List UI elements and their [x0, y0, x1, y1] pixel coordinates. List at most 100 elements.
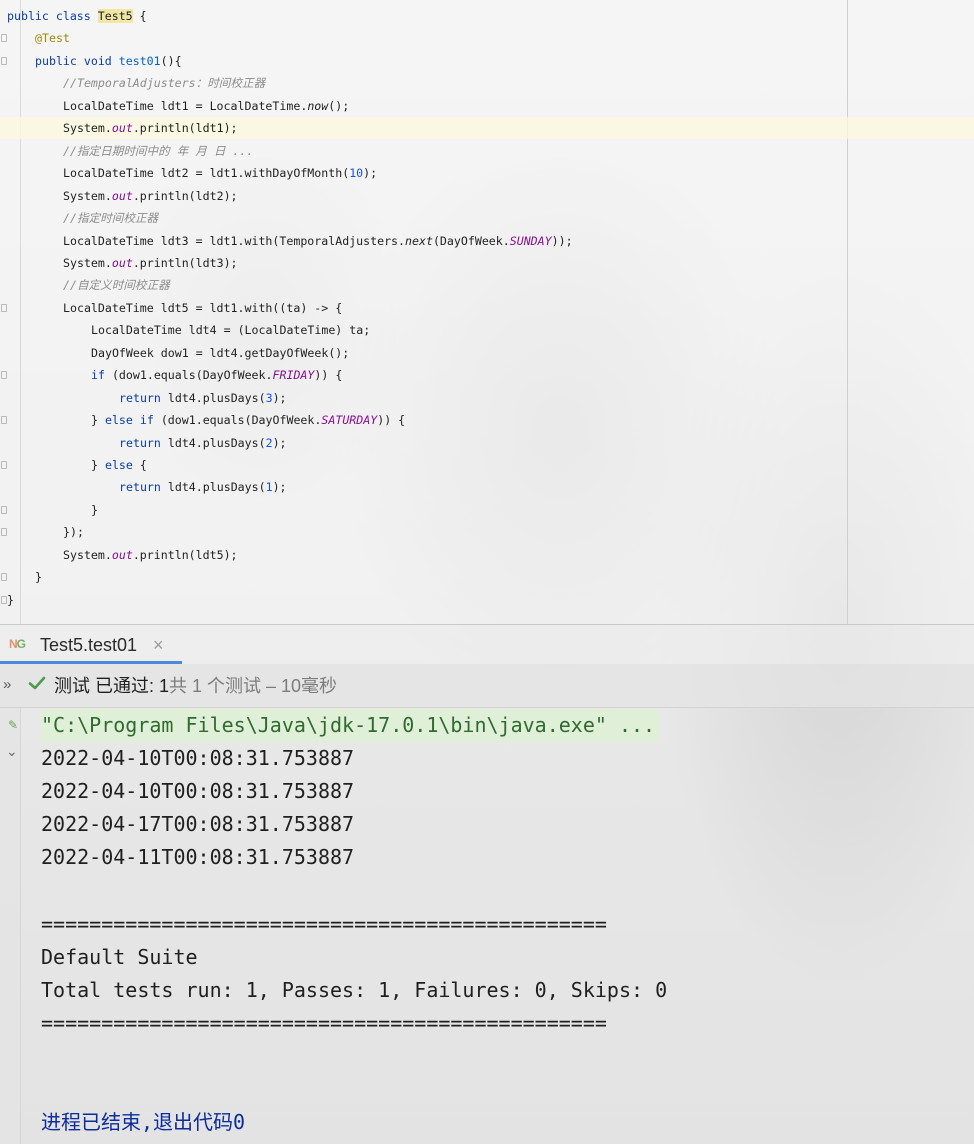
code-token: 1 — [265, 480, 273, 495]
code-line[interactable]: public class Test5 { — [0, 5, 974, 27]
code-line[interactable]: public void test01(){ — [0, 50, 974, 72]
code-token: DayOfWeek dow1 = ldt4.getDayOfWeek(); — [91, 345, 350, 360]
code-line[interactable]: } else if (dow1.equals(DayOfWeek.SATURDA… — [0, 409, 974, 431]
code-text: return ldt4.plusDays(3); — [119, 387, 287, 409]
console-line: ========================================… — [41, 911, 607, 936]
code-token: return — [119, 390, 161, 405]
fold-marker-icon[interactable] — [1, 56, 7, 65]
code-line[interactable]: return ldt4.plusDays(2); — [0, 432, 974, 454]
code-token: out — [111, 188, 133, 203]
tab-test5-test01[interactable]: NG Test5.test01 × — [0, 625, 182, 664]
status-detail: 共 1 个测试 – 10毫秒 — [169, 676, 338, 696]
code-line[interactable]: //自定义时间校正器 — [0, 274, 974, 296]
console-line: 2022-04-10T00:08:31.753887 — [41, 746, 355, 770]
code-token: System. — [63, 188, 112, 203]
code-token: (); — [328, 98, 350, 113]
code-text: System.out.println(ldt2); — [63, 185, 238, 207]
fold-marker-icon[interactable] — [1, 34, 7, 43]
close-icon[interactable]: × — [153, 635, 164, 655]
code-line[interactable]: LocalDateTime ldt5 = ldt1.with((ta) -> { — [0, 297, 974, 319]
code-token: } — [35, 570, 42, 585]
code-line[interactable]: } — [0, 566, 974, 588]
code-token: ldt4.plusDays( — [160, 435, 266, 450]
code-token: out — [111, 121, 133, 136]
code-token: .println(ldt2); — [132, 188, 238, 203]
console-command-line: "C:\Program Files\Java\jdk-17.0.1\bin\ja… — [41, 709, 660, 742]
code-text: System.out.println(ldt5); — [63, 544, 238, 566]
code-token: 3 — [265, 390, 273, 405]
code-token: 2 — [265, 435, 273, 450]
code-text: }); — [63, 521, 84, 543]
console-output[interactable]: ✎ ⌄ "C:\Program Files\Java\jdk-17.0.1\bi… — [0, 708, 974, 1144]
code-line[interactable]: return ldt4.plusDays(3); — [0, 387, 974, 409]
code-text: //指定时间校正器 — [63, 207, 158, 229]
code-line[interactable]: } — [0, 499, 974, 521]
code-line[interactable]: System.out.println(ldt5); — [0, 544, 974, 566]
code-line[interactable]: } else { — [0, 454, 974, 476]
code-line[interactable]: }); — [0, 521, 974, 543]
code-token: (){ — [160, 53, 182, 68]
code-token: )) { — [314, 368, 343, 383]
code-line[interactable]: //TemporalAdjusters：时间校正器 — [0, 72, 974, 94]
fold-marker-icon[interactable] — [1, 303, 7, 312]
code-token: Test5 — [97, 9, 133, 23]
code-text: } — [7, 589, 14, 611]
run-panel: NG Test5.test01 × » 测试 已通过: 1共 1 个测试 – 1… — [0, 624, 974, 1144]
code-text: //TemporalAdjusters：时间校正器 — [63, 72, 265, 94]
fold-marker-icon[interactable] — [1, 573, 7, 582]
code-line[interactable]: System.out.println(ldt1); — [0, 117, 974, 140]
code-token: System. — [63, 121, 112, 136]
code-token: (DayOfWeek. — [432, 233, 510, 248]
code-text: } — [35, 566, 42, 588]
code-line[interactable]: //指定时间校正器 — [0, 207, 974, 229]
code-text: //自定义时间校正器 — [63, 274, 170, 296]
code-token: (dow1.equals(DayOfWeek. — [104, 368, 273, 383]
console-line: Total tests run: 1, Passes: 1, Failures:… — [41, 977, 668, 1002]
code-line[interactable]: DayOfWeek dow1 = ldt4.getDayOfWeek(); — [0, 342, 974, 364]
code-text: DayOfWeek dow1 = ldt4.getDayOfWeek(); — [91, 342, 349, 364]
expand-icon[interactable]: » — [3, 676, 11, 694]
code-token: )); — [551, 233, 573, 248]
code-token: )) { — [377, 413, 406, 428]
code-line[interactable]: @Test — [0, 27, 974, 49]
code-token: LocalDateTime ldt3 = ldt1.with(TemporalA… — [63, 233, 406, 248]
code-line[interactable]: LocalDateTime ldt4 = (LocalDateTime) ta; — [0, 319, 974, 341]
process-exit-line: 进程已结束,退出代码0 — [41, 1110, 246, 1135]
console-line: 2022-04-11T00:08:31.753887 — [41, 845, 355, 870]
code-token: return — [119, 435, 161, 450]
code-token: .println(ldt5); — [132, 547, 238, 562]
code-line[interactable]: } — [0, 589, 974, 611]
run-marker-icon: ✎ — [8, 718, 19, 732]
code-token: FRIDAY — [272, 368, 315, 383]
check-icon — [28, 676, 46, 690]
code-token: @Test — [35, 31, 70, 46]
code-line[interactable]: LocalDateTime ldt1 = LocalDateTime.now()… — [0, 95, 974, 117]
code-text: LocalDateTime ldt5 = ldt1.with((ta) -> { — [63, 297, 342, 319]
code-token: .println(ldt1); — [132, 121, 238, 136]
code-line[interactable]: //指定日期时间中的 年 月 日 ... — [0, 140, 974, 162]
code-token: now — [307, 98, 329, 113]
fold-marker-icon[interactable] — [1, 595, 7, 604]
code-line[interactable]: return ldt4.plusDays(1); — [0, 476, 974, 498]
code-text: System.out.println(ldt1); — [63, 117, 238, 139]
code-token: LocalDateTime ldt5 = ldt1.with((ta) -> { — [63, 300, 343, 315]
fold-marker-icon[interactable] — [1, 416, 7, 425]
code-editor[interactable]: public class Test5 { @Test public void tes… — [0, 0, 974, 624]
code-line[interactable]: LocalDateTime ldt3 = ldt1.with(TemporalA… — [0, 230, 974, 252]
code-token: //指定日期时间中的 年 月 日 ... — [63, 143, 254, 158]
fold-marker-icon[interactable] — [1, 505, 7, 514]
fold-marker-icon[interactable] — [1, 461, 7, 469]
code-token: ); — [272, 480, 287, 495]
chevron-down-icon[interactable]: ⌄ — [6, 744, 18, 758]
code-line[interactable]: if (dow1.equals(DayOfWeek.FRIDAY)) { — [0, 364, 974, 386]
code-line[interactable]: LocalDateTime ldt2 = ldt1.withDayOfMonth… — [0, 162, 974, 184]
fold-marker-icon[interactable] — [1, 528, 7, 537]
code-line[interactable]: System.out.println(ldt3); — [0, 252, 974, 274]
code-token: if — [91, 368, 105, 383]
code-line[interactable]: System.out.println(ldt2); — [0, 185, 974, 207]
code-token: }); — [63, 525, 84, 540]
code-token: public class — [7, 9, 98, 23]
code-token: (dow1.equals(DayOfWeek. — [153, 413, 322, 428]
code-token: SUNDAY — [509, 233, 552, 248]
fold-marker-icon[interactable] — [1, 371, 7, 380]
